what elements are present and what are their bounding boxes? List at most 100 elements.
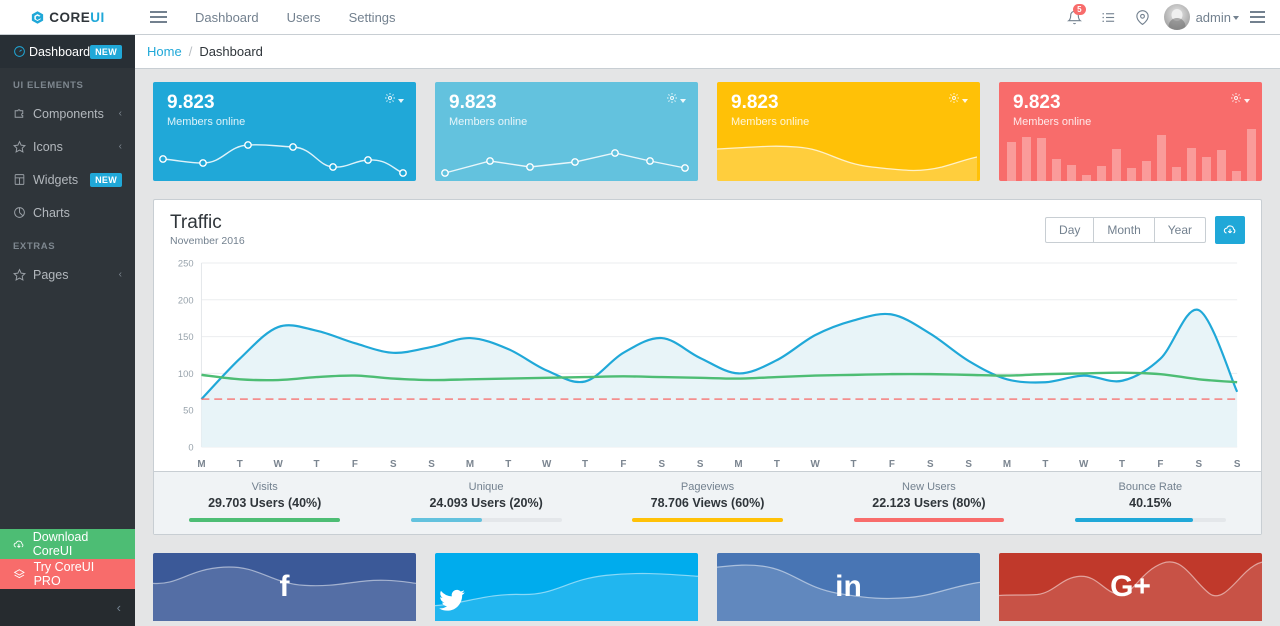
page-title: Traffic (170, 212, 245, 234)
sidebar-item-dashboard[interactable]: Dashboard NEW (0, 35, 135, 68)
header-right-controls: 5 admin (1058, 0, 1280, 35)
aside-toggle-button[interactable] (1242, 0, 1272, 35)
sidebar-item-label: Dashboard (29, 45, 90, 59)
content-area: 9.823 Members online 9.823 (135, 69, 1280, 621)
stat-value: 22.123 Users (80%) (832, 496, 1025, 510)
sidebar-item-icons[interactable]: Icons ‹ (0, 130, 135, 163)
sidebar-item-label: Widgets (33, 173, 90, 187)
range-button-month[interactable]: Month (1093, 217, 1154, 243)
sidebar-spacer (0, 291, 135, 529)
svg-text:M: M (734, 459, 742, 470)
googleplus-icon: G+ (999, 572, 1262, 602)
social-card-facebook[interactable]: f (153, 553, 416, 621)
sidebar-item-pages[interactable]: Pages ‹ (0, 258, 135, 291)
notification-badge: 5 (1073, 4, 1085, 15)
top-navigation: Dashboard Users Settings (181, 0, 410, 35)
card-area-chart (717, 121, 977, 181)
user-menu-button[interactable]: admin (1196, 10, 1242, 25)
svg-text:T: T (237, 459, 243, 470)
range-button-day[interactable]: Day (1045, 217, 1094, 243)
list-icon (1101, 10, 1116, 25)
card-settings-dropdown[interactable] (666, 92, 686, 107)
sidebar-section-extras: EXTRAS (0, 229, 135, 258)
location-button[interactable] (1126, 0, 1160, 35)
stat-card-members-online-2[interactable]: 9.823 Members online (435, 82, 698, 181)
stat-label: Pageviews (611, 481, 804, 493)
pie-chart-icon (13, 206, 33, 219)
svg-text:S: S (428, 459, 435, 470)
stat-card-members-online-3[interactable]: 9.823 Members online (717, 82, 980, 181)
stat-progress (1075, 518, 1226, 522)
range-button-group: Day Month Year (1045, 217, 1206, 243)
svg-text:S: S (927, 459, 934, 470)
notifications-button[interactable]: 5 (1058, 0, 1092, 35)
stat-value: 29.703 Users (40%) (168, 496, 361, 510)
traffic-stats-row: Visits 29.703 Users (40%) Unique 24.093 … (154, 471, 1261, 534)
stat-label: New Users (832, 481, 1025, 493)
sidebar-item-label: Pages (33, 268, 119, 282)
breadcrumb-separator: / (189, 44, 193, 59)
brand-logo-area[interactable]: COREUI (0, 0, 135, 35)
facebook-icon: f (153, 572, 416, 602)
chevron-down-icon (1244, 99, 1250, 103)
stat-card-members-online-1[interactable]: 9.823 Members online (153, 82, 416, 181)
sidebar-toggle-button[interactable] (135, 0, 181, 35)
topnav-item-dashboard[interactable]: Dashboard (181, 0, 273, 35)
svg-text:F: F (1157, 459, 1163, 470)
social-card-twitter[interactable] (435, 553, 698, 621)
stat-value: 24.093 Users (20%) (389, 496, 582, 510)
download-chart-button[interactable] (1215, 216, 1245, 244)
sidebar-minimizer-button[interactable]: ‹ (0, 589, 135, 626)
stat-card-value: 9.823 (731, 93, 779, 112)
try-coreui-pro-button[interactable]: Try CoreUI PRO (0, 559, 135, 589)
svg-text:250: 250 (178, 257, 194, 268)
hamburger-icon-bar (150, 21, 167, 23)
sidebar-item-components[interactable]: Components ‹ (0, 97, 135, 130)
stat-card-members-online-4[interactable]: 9.823 Members online (999, 82, 1262, 181)
app-header: COREUI Dashboard Users Settings 5 (0, 0, 1280, 35)
gear-icon (948, 92, 960, 104)
stat-progress-fill (632, 518, 783, 522)
sidebar-item-charts[interactable]: Charts (0, 196, 135, 229)
tasks-button[interactable] (1092, 0, 1126, 35)
svg-text:200: 200 (178, 294, 194, 305)
svg-text:T: T (314, 459, 320, 470)
stat-label: Bounce Rate (1054, 481, 1247, 493)
svg-text:W: W (811, 459, 821, 470)
card-settings-dropdown[interactable] (1230, 92, 1250, 107)
traffic-subtitle: November 2016 (170, 235, 245, 247)
stat-cards-row: 9.823 Members online 9.823 (153, 82, 1262, 181)
avatar[interactable] (1164, 4, 1190, 30)
download-coreui-button[interactable]: Download CoreUI (0, 529, 135, 559)
breadcrumb-home[interactable]: Home (147, 44, 182, 59)
aside-icon-bar (1250, 16, 1265, 18)
topnav-item-users[interactable]: Users (273, 0, 335, 35)
traffic-panel: Traffic November 2016 Day Month Year (153, 199, 1262, 535)
sidebar-item-widgets[interactable]: Widgets NEW (0, 163, 135, 196)
breadcrumb-current: Dashboard (199, 44, 263, 59)
chevron-down-icon (962, 99, 968, 103)
range-button-year[interactable]: Year (1154, 217, 1206, 243)
sidebar-item-label: Charts (33, 206, 122, 220)
social-card-googleplus[interactable]: G+ (999, 553, 1262, 621)
stat-card-value: 9.823 (449, 93, 497, 112)
social-cards-row: f in (153, 553, 1262, 621)
speedometer-icon (13, 45, 29, 58)
svg-text:W: W (1079, 459, 1089, 470)
sidebar-item-label: Components (33, 107, 119, 121)
card-settings-dropdown[interactable] (384, 92, 404, 107)
stat-unique: Unique 24.093 Users (20%) (375, 481, 596, 522)
social-card-linkedin[interactable]: in (717, 553, 980, 621)
svg-text:S: S (697, 459, 704, 470)
stat-pageviews: Pageviews 78.706 Views (60%) (597, 481, 818, 522)
hamburger-icon-bar (150, 16, 167, 18)
stat-label: Visits (168, 481, 361, 493)
star-icon (13, 268, 33, 281)
topnav-item-settings[interactable]: Settings (335, 0, 410, 35)
svg-text:M: M (466, 459, 474, 470)
twitter-wave-chart (435, 553, 698, 621)
svg-text:T: T (1119, 459, 1125, 470)
linkedin-icon: in (717, 572, 980, 602)
star-icon (13, 140, 33, 153)
card-settings-dropdown[interactable] (948, 92, 968, 107)
